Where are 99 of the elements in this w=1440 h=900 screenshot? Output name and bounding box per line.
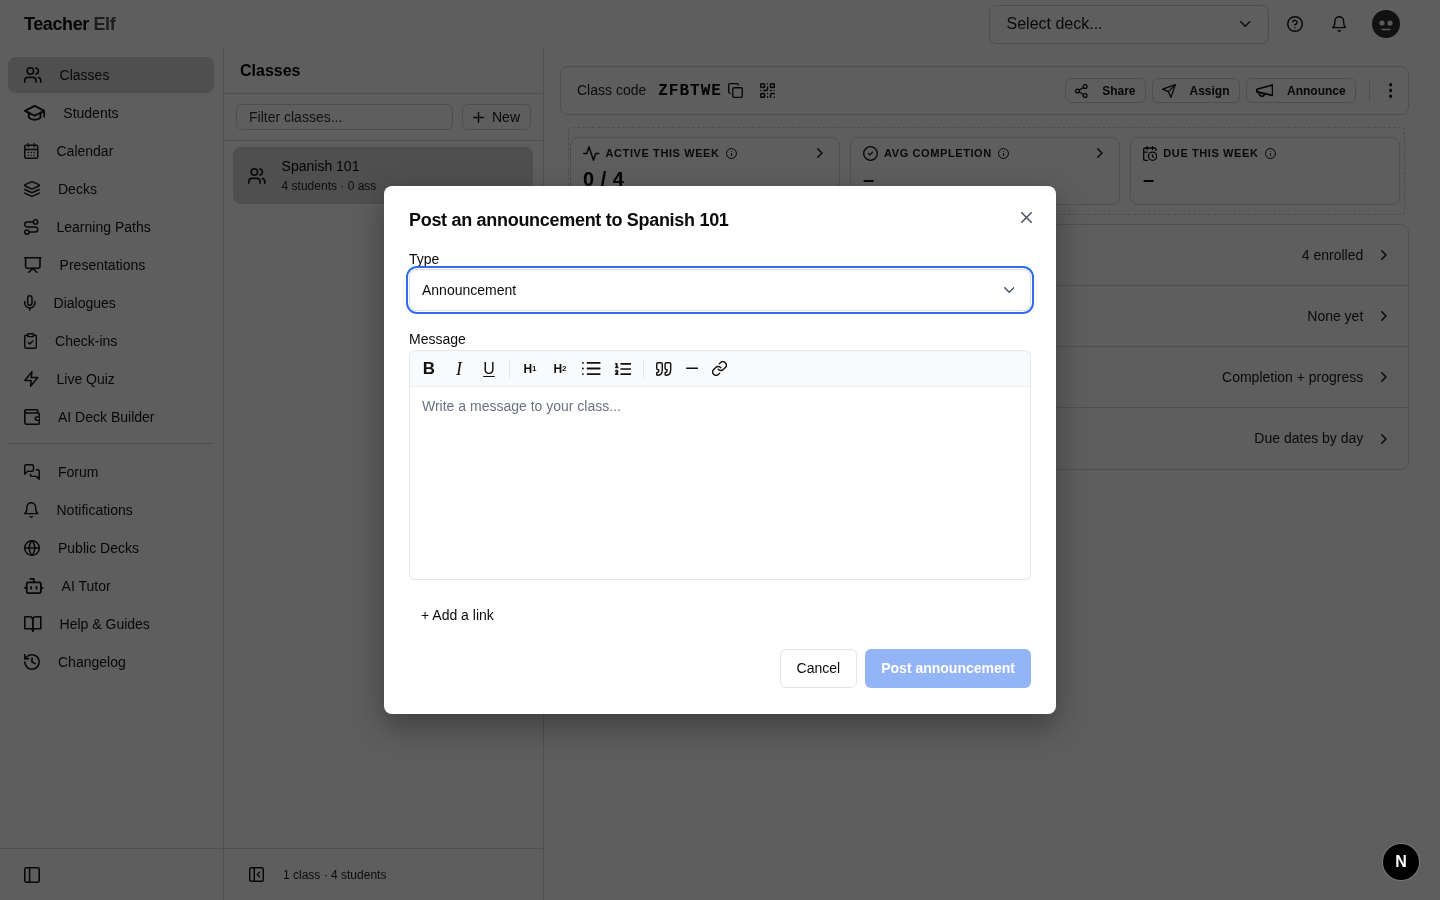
bold-button[interactable]: B xyxy=(416,355,442,382)
underline-button[interactable]: U xyxy=(476,355,502,382)
sidebar-item[interactable]: AI Deck Builder xyxy=(8,399,214,435)
dev-tools-button[interactable]: N xyxy=(1383,844,1419,880)
link-icon[interactable] xyxy=(712,361,728,376)
info-icon[interactable] xyxy=(725,147,737,159)
presentation-icon xyxy=(24,257,42,273)
info-icon[interactable] xyxy=(997,147,1009,159)
robot-icon xyxy=(24,578,44,594)
share-icon xyxy=(1075,83,1089,98)
sidebar-item[interactable]: Dialogues xyxy=(8,285,214,321)
microphone-icon xyxy=(24,295,36,311)
users-icon xyxy=(248,167,266,184)
sidebar-item[interactable]: Notifications xyxy=(8,492,214,528)
chevron-right-icon[interactable] xyxy=(1381,250,1387,260)
wallet-icon xyxy=(24,409,40,425)
close-icon[interactable] xyxy=(1021,211,1032,223)
message-label: Message xyxy=(409,330,467,349)
bullet-list-icon[interactable] xyxy=(582,362,601,375)
class-count-summary: 1 class · 4 students xyxy=(283,866,387,884)
calendar-icon xyxy=(24,143,39,159)
copy-icon[interactable] xyxy=(727,83,743,98)
lightning-icon xyxy=(24,371,39,387)
deck-select[interactable]: Select deck... xyxy=(988,4,1269,44)
section-summary: None yet xyxy=(1307,306,1364,326)
italic-button[interactable]: I xyxy=(446,355,472,382)
calendar-clock-icon xyxy=(1143,145,1158,161)
sidebar-item[interactable]: Decks xyxy=(8,171,214,207)
chevron-right-icon xyxy=(817,148,823,158)
route-icon xyxy=(24,219,39,235)
type-label: Type xyxy=(409,250,441,269)
sidebar-item[interactable]: Students xyxy=(8,95,214,131)
info-icon[interactable] xyxy=(1264,147,1276,159)
class-name: Spanish 101 xyxy=(281,157,361,175)
more-icon[interactable] xyxy=(1388,83,1392,98)
history-icon xyxy=(24,654,40,670)
stat-label: DUE THIS WEEK xyxy=(1163,147,1259,159)
sidebar-item[interactable]: AI Tutor xyxy=(8,568,214,604)
bell-icon[interactable] xyxy=(1331,16,1346,32)
chat-bubbles-icon xyxy=(24,464,40,480)
sidebar-item[interactable]: Changelog xyxy=(8,644,214,680)
new-class-button[interactable]: New xyxy=(462,104,531,130)
sidebar-item[interactable]: Presentations xyxy=(8,247,214,283)
plus-icon xyxy=(473,110,484,124)
chevron-right-icon[interactable] xyxy=(1381,311,1387,321)
stat-value: – xyxy=(863,169,876,189)
sidebar-item[interactable]: Learning Paths xyxy=(8,209,214,245)
filter-input[interactable]: Filter classes... xyxy=(236,104,453,130)
section-summary: 4 enrolled xyxy=(1301,245,1364,265)
activity-icon xyxy=(583,145,600,161)
stat-label: AVG COMPLETION xyxy=(884,147,992,159)
share-button[interactable]: Share xyxy=(1065,78,1146,103)
clipboard-check-icon xyxy=(24,333,38,349)
add-link-button[interactable]: + Add a link xyxy=(409,600,506,630)
class-meta: 4 students · 0 ass xyxy=(281,178,377,194)
cancel-button[interactable]: Cancel xyxy=(779,649,858,688)
chevron-right-icon[interactable] xyxy=(1381,372,1387,382)
announce-button[interactable]: Announce xyxy=(1245,78,1356,103)
sidebar-item[interactable]: Classes xyxy=(8,57,214,93)
sidebar-item[interactable]: Live Quiz xyxy=(8,361,214,397)
sidebar-item[interactable]: Forum xyxy=(8,454,214,490)
quote-icon[interactable] xyxy=(656,361,672,376)
open-book-icon xyxy=(24,616,42,632)
stat-value: 0 / 4 xyxy=(583,169,626,189)
sidebar-item[interactable]: Check-ins xyxy=(8,323,214,359)
megaphone-icon xyxy=(1255,83,1274,98)
section-summary: Completion + progress xyxy=(1222,367,1364,387)
dialog-title: Post an announcement to Spanish 101 xyxy=(409,209,729,232)
horizontal-rule-icon[interactable] xyxy=(685,367,699,370)
chevron-down-icon xyxy=(1003,287,1014,293)
graduation-cap-icon xyxy=(24,105,46,121)
class-code-label: Class code xyxy=(577,81,647,100)
users-icon xyxy=(24,67,42,83)
help-icon[interactable] xyxy=(1286,16,1303,32)
qr-code-icon[interactable] xyxy=(759,83,775,98)
stat-value: – xyxy=(1143,169,1156,189)
pane-title: Classes xyxy=(240,60,301,81)
type-select[interactable]: Announcement xyxy=(409,269,1031,311)
numbered-list-icon[interactable] xyxy=(614,361,632,376)
section-summary: Due dates by day xyxy=(1254,429,1364,448)
class-code: ZFBTWE xyxy=(658,80,722,102)
globe-icon xyxy=(24,540,40,556)
panel-collapse-icon[interactable] xyxy=(249,867,264,882)
chevron-right-icon[interactable] xyxy=(1381,433,1387,444)
stat-label: ACTIVE THIS WEEK xyxy=(605,147,720,159)
chevron-right-icon xyxy=(1097,148,1103,158)
sidebar-item[interactable]: Public Decks xyxy=(8,530,214,566)
layers-icon xyxy=(24,181,40,197)
paper-plane-icon xyxy=(1161,83,1176,98)
message-field[interactable]: Write a message to your class... xyxy=(409,387,1031,580)
check-circle-icon xyxy=(863,145,878,161)
sidebar-toggle-icon[interactable] xyxy=(24,866,40,883)
chevron-down-icon xyxy=(1240,21,1251,27)
avatar-icon[interactable] xyxy=(1372,10,1400,38)
sidebar-item[interactable]: Help & Guides xyxy=(8,606,214,642)
bell-icon xyxy=(24,502,39,518)
sidebar-item[interactable]: Calendar xyxy=(8,133,214,169)
app-logo: Teacher Elf xyxy=(24,12,116,36)
assign-button[interactable]: Assign xyxy=(1151,78,1240,103)
